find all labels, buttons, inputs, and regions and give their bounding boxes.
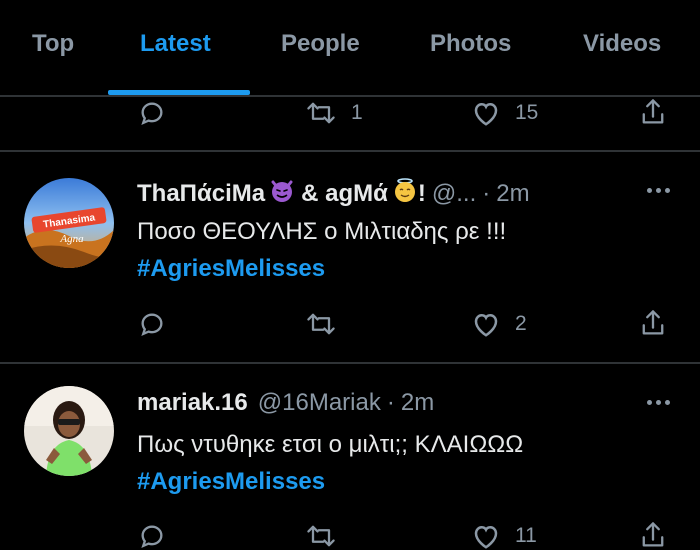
tweet-text: Ποσο ΘΕΟΥΛΗΣ ο Μιλτιαδης ρε !!! [137, 218, 507, 245]
angel-emoji-icon [392, 177, 418, 210]
like-button[interactable]: 11 [471, 522, 537, 550]
tweet-header: ThaΠάciΜa & agΜά ! @... · 2m [137, 177, 530, 210]
like-button[interactable]: 2 [471, 310, 527, 338]
retweet-icon [305, 310, 337, 338]
retweet-icon [305, 522, 337, 550]
tweet[interactable]: Thanasima Agna ThaΠάciΜa & agΜά ! @... ·… [0, 150, 700, 362]
search-tabs: Top Latest People Photos Videos [0, 0, 700, 97]
timestamp[interactable]: 2m [401, 389, 434, 417]
tab-latest[interactable]: Latest [140, 30, 211, 58]
more-dot [665, 188, 670, 193]
retweet-icon [305, 99, 337, 127]
share-button[interactable] [639, 520, 667, 550]
avatar[interactable] [24, 386, 114, 476]
separator: · [482, 179, 491, 207]
reply-icon [138, 310, 166, 338]
devil-emoji-icon [269, 177, 295, 210]
like-button[interactable]: 15 [471, 99, 538, 127]
like-count: 2 [515, 312, 527, 335]
reply-icon [138, 522, 166, 550]
share-button[interactable] [639, 97, 667, 127]
tab-top[interactable]: Top [32, 30, 74, 58]
more-dot [647, 188, 652, 193]
more-options-button[interactable] [647, 400, 670, 405]
share-icon [639, 97, 667, 127]
like-count: 11 [515, 524, 537, 547]
share-button[interactable] [639, 308, 667, 338]
svg-text:Agna: Agna [59, 233, 84, 245]
like-count: 15 [515, 101, 539, 124]
retweet-count: 1 [351, 101, 363, 124]
reply-button[interactable] [138, 310, 166, 338]
reply-button[interactable] [138, 99, 166, 127]
heart-icon [471, 522, 501, 550]
reply-button[interactable] [138, 522, 166, 550]
hashtag-link[interactable]: #AgriesMelisses [137, 255, 325, 283]
display-name-end: ! [417, 179, 426, 207]
display-name-part[interactable]: & agΜά [301, 180, 388, 208]
tweet-header: mariak.16 @16Mariak · 2m [137, 389, 434, 417]
more-dot [656, 400, 661, 405]
more-options-button[interactable] [647, 188, 670, 193]
retweet-button[interactable]: 1 [305, 99, 363, 127]
tweet-text: Πως ντυθηκε ετσι ο μιλτι;; ΚΛΑΙΩΩΩ [137, 431, 524, 458]
retweet-button[interactable] [305, 522, 337, 550]
timestamp[interactable]: 2m [496, 180, 529, 208]
tweet[interactable]: mariak.16 @16Mariak · 2m Πως ντυθηκε ετσ… [0, 362, 700, 550]
more-dot [647, 400, 652, 405]
handle[interactable]: @16Mariak [258, 389, 381, 417]
avatar[interactable]: Thanasima Agna [24, 178, 114, 268]
more-dot [665, 400, 670, 405]
heart-icon [471, 99, 501, 127]
heart-icon [471, 310, 501, 338]
tab-people[interactable]: People [281, 30, 360, 58]
display-name[interactable]: ThaΠάciΜa [137, 180, 265, 208]
share-icon [639, 308, 667, 338]
share-icon [639, 520, 667, 550]
reply-icon [138, 99, 166, 127]
display-name[interactable]: mariak.16 [137, 389, 248, 417]
tab-photos[interactable]: Photos [430, 30, 511, 58]
tab-videos[interactable]: Videos [583, 30, 661, 58]
retweet-button[interactable] [305, 310, 337, 338]
hashtag-link[interactable]: #AgriesMelisses [137, 468, 325, 496]
handle[interactable]: @... [432, 180, 476, 208]
more-dot [656, 188, 661, 193]
tabs-divider [0, 95, 700, 97]
separator: · [386, 389, 395, 416]
